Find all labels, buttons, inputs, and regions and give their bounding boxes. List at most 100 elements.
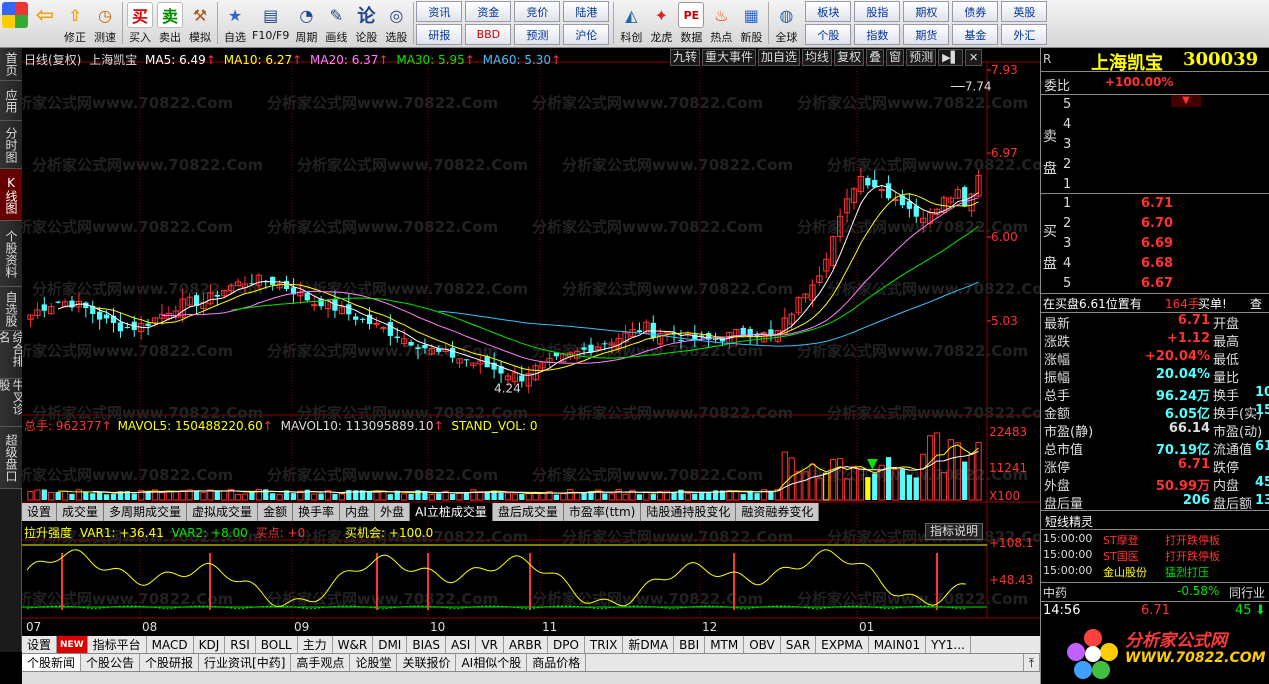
buy-level-3[interactable]: 3 xyxy=(1063,236,1071,251)
draw-button[interactable]: ✎ 画线 xyxy=(321,0,351,46)
sidenav-item-0[interactable]: 首页 xyxy=(0,48,22,81)
info-tab-6[interactable]: 关联报价 xyxy=(397,654,457,671)
formula-tab-16[interactable]: 新DMA xyxy=(623,636,675,653)
indicator-tab-8[interactable]: AI立桩成交量 xyxy=(410,503,493,521)
news-item[interactable]: 15:00:00 金山股份 猛烈打压 xyxy=(1041,564,1269,580)
sidenav-item-5[interactable]: 自选股 xyxy=(0,287,22,331)
formula-tab-21[interactable]: EXPMA xyxy=(816,636,869,653)
sidenav-item-3[interactable]: K线图 xyxy=(0,169,22,221)
formula-tab-19[interactable]: OBV xyxy=(744,636,781,653)
indicator-tab-12[interactable]: 融资融券变化 xyxy=(736,503,820,521)
chart-tool-3[interactable]: 均线 xyxy=(802,49,833,66)
formula-tab-20[interactable]: SAR xyxy=(781,636,817,653)
indicator-tab-4[interactable]: 金额 xyxy=(258,503,294,521)
indicator-tab-2[interactable]: 多周期成交量 xyxy=(104,503,188,521)
new-button[interactable]: ▦ 新股 xyxy=(736,0,766,46)
chart-tool-5[interactable]: 叠 xyxy=(866,49,885,66)
global-button[interactable]: ◍ 全球 xyxy=(771,0,801,46)
info-tab-8[interactable]: 商品价格 xyxy=(527,654,587,671)
period-button[interactable]: ◔ 周期 xyxy=(291,0,321,46)
info-tab-1[interactable]: 个股公告 xyxy=(81,654,141,671)
quick-link-3[interactable]: 陆港 xyxy=(563,1,610,22)
sell-level-4[interactable]: 4 xyxy=(1063,117,1071,132)
chart-tool-2[interactable]: 加自选 xyxy=(758,49,801,66)
indicator-tab-7[interactable]: 外盘 xyxy=(375,503,411,521)
sidenav-item-6[interactable]: 综合排名 xyxy=(0,331,25,379)
sidenav-item-2[interactable]: 分时图 xyxy=(0,121,22,169)
formula-tab-18[interactable]: MTM xyxy=(705,636,745,653)
chart-tool-0[interactable]: 九转 xyxy=(670,49,701,66)
quick-link-1[interactable]: 资金 xyxy=(465,1,512,22)
market-link-2[interactable]: 期权 xyxy=(903,1,950,22)
formula-tab-6[interactable]: BOLL xyxy=(256,636,298,653)
quick-link-7[interactable]: 沪伦 xyxy=(563,24,610,45)
sim-button[interactable]: ⚒ 模拟 xyxy=(185,0,215,46)
formula-tab-13[interactable]: ARBR xyxy=(504,636,548,653)
expand-icon[interactable]: ▶▌ xyxy=(938,49,964,66)
chart-tool-7[interactable]: 预测 xyxy=(906,49,937,66)
timing-button[interactable]: ◷ 测速 xyxy=(90,0,120,46)
sell-level-3[interactable]: 3 xyxy=(1063,137,1071,152)
formula-tab-9[interactable]: DMI xyxy=(373,636,408,653)
market-link-4[interactable]: 英股 xyxy=(1001,1,1048,22)
data-button[interactable]: PE 数据 xyxy=(676,0,706,46)
indicator-tab-10[interactable]: 市盈率(ttm) xyxy=(564,503,642,521)
formula-tab-2[interactable]: 指标平台 xyxy=(88,636,147,653)
info-tab-5[interactable]: 论股堂 xyxy=(350,654,398,671)
formula-tab-8[interactable]: W&R xyxy=(333,636,374,653)
indicator-tab-11[interactable]: 陆股通持股变化 xyxy=(641,503,737,521)
sidenav-item-4[interactable]: 个股资料 xyxy=(0,221,22,287)
formula-tab-17[interactable]: BBI xyxy=(674,636,706,653)
info-tab-4[interactable]: 高手观点 xyxy=(291,654,351,671)
kc-button[interactable]: ◭ 科创 xyxy=(616,0,646,46)
sidenav-item-1[interactable]: 应用 xyxy=(0,81,22,121)
buy-level-4[interactable]: 4 xyxy=(1063,256,1071,271)
sidenav-item-8[interactable]: 超级盘口 xyxy=(0,427,22,489)
market-link-1[interactable]: 股指 xyxy=(854,1,901,22)
market-link-6[interactable]: 指数 xyxy=(854,24,901,45)
news-item[interactable]: 15:00:00 ST国医 打开跌停板 xyxy=(1041,548,1269,564)
news-title[interactable]: 短线精灵 xyxy=(1041,510,1269,530)
kline-chart-svg[interactable]: 分析家公式网www.70822.Com 分析家公式网www.70822.Com 分析… xyxy=(2,48,1058,636)
back-button[interactable]: ⇦ xyxy=(30,0,60,46)
formula-tab-3[interactable]: MACD xyxy=(147,636,194,653)
formula-tab-12[interactable]: VR xyxy=(476,636,504,653)
close-icon[interactable]: ✕ xyxy=(965,49,983,66)
collapse-up-icon[interactable]: ⤒ xyxy=(1022,654,1040,671)
watch-button[interactable]: ★ 自选 xyxy=(220,0,250,46)
stock-button[interactable]: 论论股 xyxy=(351,0,381,46)
formula-tab-14[interactable]: DPO xyxy=(548,636,585,653)
hot-button[interactable]: ♨ 热点 xyxy=(706,0,736,46)
sidenav-item-7[interactable]: 牛叉诊股 xyxy=(0,379,25,427)
chart-tool-4[interactable]: 复权 xyxy=(834,49,865,66)
formula-tab-23[interactable]: YY1... xyxy=(926,636,971,653)
quick-link-6[interactable]: 预测 xyxy=(514,24,561,45)
lh-button[interactable]: ✦ 龙虎 xyxy=(646,0,676,46)
buy-level-1[interactable]: 1 xyxy=(1063,196,1071,211)
sector-row[interactable]: 中药 -0.58% 同行业 xyxy=(1041,582,1269,600)
indicator-tab-9[interactable]: 盘后成交量 xyxy=(493,503,564,521)
home-button[interactable] xyxy=(0,0,30,46)
quick-link-2[interactable]: 竞价 xyxy=(514,1,561,22)
news-item[interactable]: 15:00:00 ST摩登 打开跌停板 xyxy=(1041,532,1269,548)
formula-tab-4[interactable]: KDJ xyxy=(194,636,226,653)
sell-button[interactable]: 卖卖出 xyxy=(155,0,185,46)
sell-level-5[interactable]: 5 xyxy=(1063,97,1071,112)
quick-link-4[interactable]: 研报 xyxy=(416,24,463,45)
formula-tab-15[interactable]: TRIX xyxy=(585,636,624,653)
chart-tool-1[interactable]: 重大事件 xyxy=(702,49,757,66)
edit-button[interactable]: ⇧ 修正 xyxy=(60,0,90,46)
quick-link-5[interactable]: BBD xyxy=(465,24,512,45)
buy-level-5[interactable]: 5 xyxy=(1063,276,1071,291)
indicator-tab-3[interactable]: 虚拟成交量 xyxy=(187,503,259,521)
f10-button[interactable]: ▤ F10/F9 xyxy=(250,0,291,46)
formula-tab-1[interactable]: NEW xyxy=(57,636,88,653)
market-link-3[interactable]: 债券 xyxy=(952,1,999,22)
indicator-explain-button[interactable]: 指标说明 xyxy=(925,523,983,540)
info-tab-0[interactable]: 个股新闻 xyxy=(22,654,82,671)
market-link-9[interactable]: 外汇 xyxy=(1001,24,1048,45)
info-tab-3[interactable]: 行业资讯[中药] xyxy=(199,654,292,671)
market-link-5[interactable]: 个股 xyxy=(805,24,852,45)
chart-tool-6[interactable]: 窗 xyxy=(886,49,905,66)
formula-tab-22[interactable]: MAIN01 xyxy=(869,636,927,653)
